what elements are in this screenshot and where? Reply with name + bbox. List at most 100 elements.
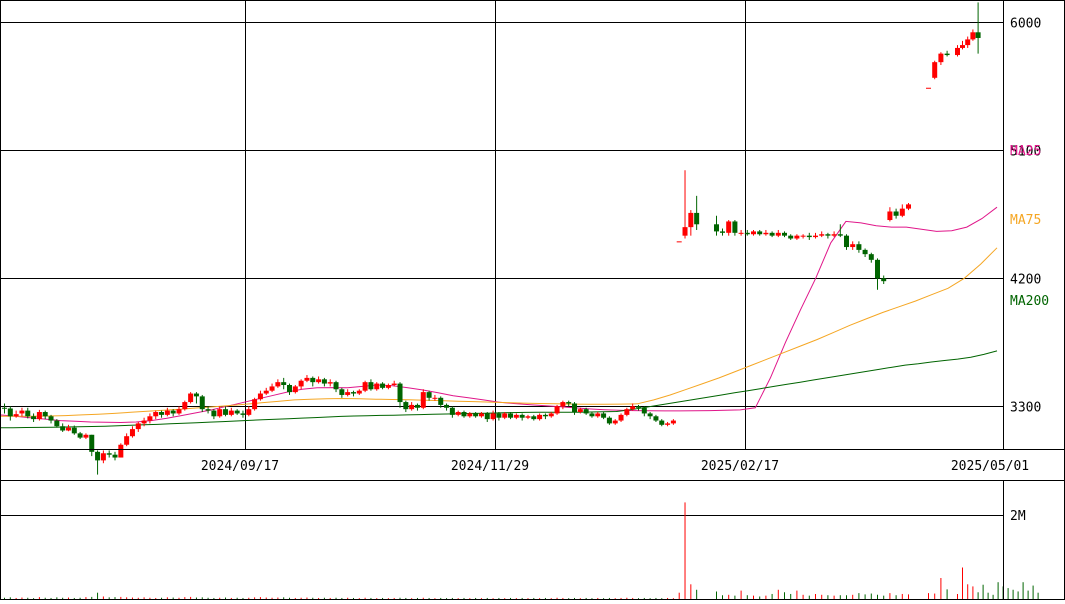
candle-body [806,235,812,238]
candle-body [856,244,862,250]
candle-body [403,402,409,410]
candle-body [54,420,60,427]
candle-body [624,409,630,415]
candle-body [356,390,362,394]
y-tick-label: 4200 [1010,273,1041,288]
candle-body [525,416,531,418]
candle-body [31,416,37,420]
candle-body [2,407,7,409]
candle-body [473,413,479,417]
candle-body [868,254,874,260]
candle-body [362,382,368,391]
candle-body [298,380,304,387]
candle-body [881,278,887,282]
candle-body [682,227,688,236]
candle-body [7,408,13,417]
candle-body [794,235,800,239]
candle-body [960,45,965,48]
candle-body [432,397,438,399]
candle-body [788,235,794,239]
outer-frame [0,0,1065,600]
candle-body [720,231,725,233]
candle-body [124,436,130,445]
candle-body [350,392,356,394]
candle-body [199,396,205,410]
candle-body [665,423,671,425]
candle-body [19,410,25,414]
candle-body [234,410,240,414]
candle-body [275,382,281,387]
candle-body [769,232,775,236]
candle-body [763,232,769,235]
candle-body [77,433,83,438]
candle-body [42,412,48,417]
candle-body [548,413,554,417]
candle-body [461,412,467,417]
candle-body [333,382,339,390]
candle-body [932,62,938,78]
candle-body [738,232,744,234]
candle-body [292,386,298,393]
candle-body [641,407,647,414]
candle-body [955,47,960,56]
candle-body [449,407,455,415]
candle-body [287,385,293,393]
candle-body [205,409,211,411]
candle-body [583,409,589,414]
candle-body [240,413,246,415]
candle-body [147,416,153,421]
candle-body [100,453,106,461]
ma-line-ma75 [0,247,998,417]
candle-body [844,235,849,248]
candle-body [13,414,19,417]
candle-body [129,429,135,437]
x-tick-label: 2024/11/29 [451,459,529,474]
candle-body [899,208,905,216]
candle-body [782,232,787,236]
candle-body [339,389,345,395]
volume-bars [4,502,1039,599]
candle-body [630,406,636,410]
x-tick-label: 2024/09/17 [201,459,279,474]
candle-body [850,244,856,248]
candle-body [688,212,694,228]
candle-body [304,377,310,381]
candle-body [975,32,981,38]
candle-body [368,382,374,390]
candle-body [560,402,566,407]
candle-body [965,39,971,46]
candle-body [612,420,618,424]
x-tick-label: 2025/05/01 [951,459,1029,474]
candle-body [391,383,397,385]
candle-body [589,413,595,417]
candle-body [36,412,42,420]
candle-body [211,410,217,417]
candle-body [159,412,165,415]
candle-body [141,420,147,424]
candle-body [345,392,351,395]
candle-body [944,53,950,56]
candle-body [502,413,508,418]
candle-body [595,413,601,417]
candle-body [223,409,229,415]
candle-body [438,397,444,405]
candle-body [825,234,831,236]
candle-body [775,232,781,236]
candle-body [385,385,391,388]
labels: 33004200510060002024/09/17 2024/11/29 2025… [201,17,1049,525]
candle-body [135,423,141,430]
candle-body [188,393,194,403]
frame [0,0,1065,600]
candle-body [257,393,263,400]
legend-ma25: MA25 [1010,144,1041,159]
candle-body [65,427,71,431]
candle-body [252,399,258,410]
candle-body [281,382,287,385]
candle-body [618,414,624,421]
candle-body [374,383,380,390]
candle-body [508,413,514,418]
candle-body [837,234,843,236]
candle-body [153,412,159,417]
candle-body [694,212,700,225]
candle-body [310,377,316,383]
